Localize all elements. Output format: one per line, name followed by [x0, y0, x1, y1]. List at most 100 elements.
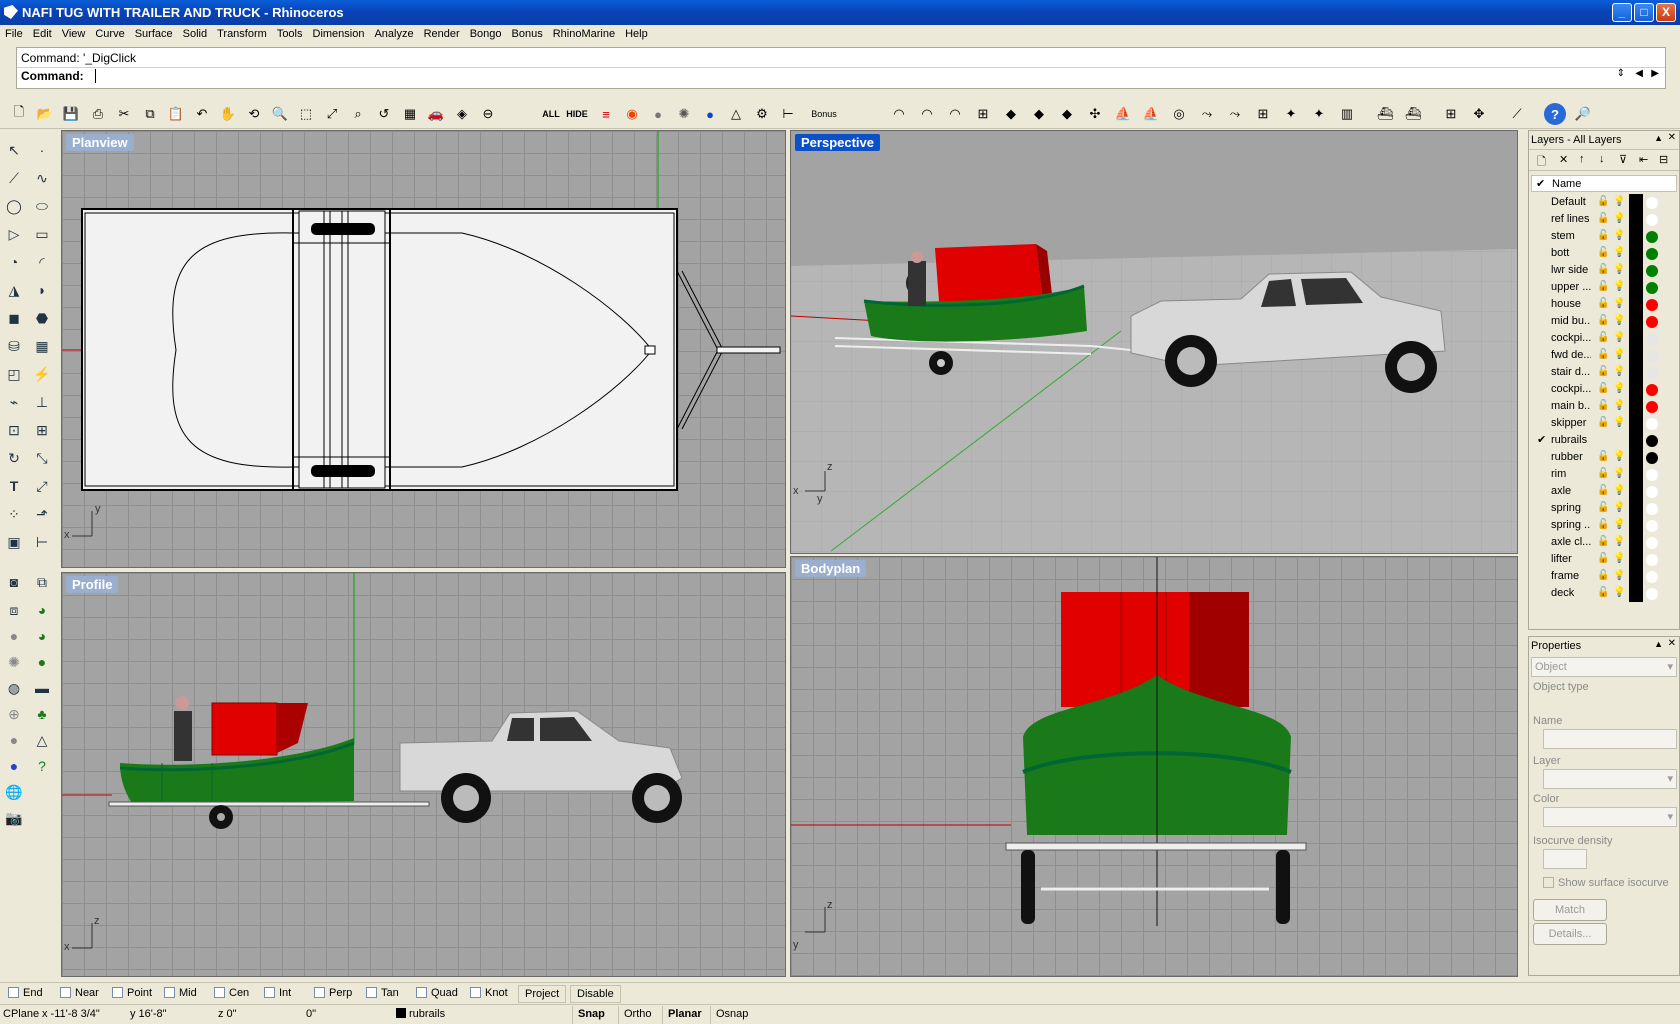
- layer-material-dot[interactable]: [1646, 469, 1658, 481]
- osnap-cen[interactable]: Cen: [214, 987, 249, 999]
- layer-row[interactable]: Default 🔓 💡: [1529, 194, 1679, 211]
- array-icon[interactable]: ⁘: [2, 502, 26, 526]
- layer-tool-icon[interactable]: ⇤: [1639, 153, 1648, 166]
- layer-row[interactable]: main b... 🔓 💡: [1529, 398, 1679, 415]
- ellipse-icon[interactable]: ⬭: [30, 194, 54, 218]
- lock-icon[interactable]: 🔓: [1597, 502, 1609, 513]
- hull-tool-2-icon[interactable]: ⛵: [1140, 103, 1162, 125]
- command-left-icon[interactable]: ◀: [1635, 68, 1643, 79]
- menu-bonus[interactable]: Bonus: [507, 25, 548, 40]
- wire-sphere-icon[interactable]: ⊕: [2, 702, 26, 726]
- lock-icon[interactable]: 🔓: [1597, 553, 1609, 564]
- profile-title[interactable]: Profile: [66, 576, 119, 593]
- details-button[interactable]: Details...: [1533, 923, 1607, 945]
- menu-render[interactable]: Render: [419, 25, 465, 40]
- visibility-bulb-icon[interactable]: 💡: [1613, 315, 1625, 326]
- rotate-icon[interactable]: ↻: [2, 446, 26, 470]
- layer-row[interactable]: cockpi... 🔓 💡: [1529, 381, 1679, 398]
- osnap-toggle[interactable]: Osnap: [710, 1006, 753, 1024]
- visibility-bulb-icon[interactable]: 💡: [1613, 213, 1625, 224]
- layer-name[interactable]: ref lines: [1551, 213, 1591, 225]
- profile-viewport[interactable]: z x Profile: [61, 572, 786, 977]
- visibility-bulb-icon[interactable]: 💡: [1613, 553, 1625, 564]
- flat-sphere-icon[interactable]: ●: [2, 728, 26, 752]
- planar-toggle[interactable]: Planar: [662, 1006, 707, 1024]
- menu-dimension[interactable]: Dimension: [308, 25, 370, 40]
- layer-material-dot[interactable]: [1646, 435, 1658, 447]
- environment-icon[interactable]: ▬: [30, 676, 54, 700]
- green-render-icon[interactable]: ◕: [30, 598, 54, 622]
- lock-icon[interactable]: 🔓: [1597, 213, 1609, 224]
- column-name-header[interactable]: Name: [1552, 178, 1581, 190]
- zoom-icon[interactable]: 🔍: [269, 103, 291, 125]
- visibility-bulb-icon[interactable]: 💡: [1613, 247, 1625, 258]
- lock-icon[interactable]: 🔓: [1597, 264, 1609, 275]
- visibility-bulb-icon[interactable]: 💡: [1613, 485, 1625, 496]
- layer-row[interactable]: cockpi... 🔓 💡: [1529, 330, 1679, 347]
- join-icon[interactable]: ⊥: [30, 390, 54, 414]
- lock-icon[interactable]: 🔓: [1597, 400, 1609, 411]
- layer-name[interactable]: rim: [1551, 468, 1591, 480]
- surface-tool-4-icon[interactable]: ⊞: [972, 103, 994, 125]
- visibility-bulb-icon[interactable]: 💡: [1613, 570, 1625, 581]
- lock-icon[interactable]: 🔓: [1597, 451, 1609, 462]
- hull-tool-5-icon[interactable]: ⤳: [1224, 103, 1246, 125]
- lock-icon[interactable]: 🔓: [1597, 383, 1609, 394]
- orient-icon[interactable]: ⬏: [30, 502, 54, 526]
- osnap-perp[interactable]: Perp: [314, 987, 352, 999]
- box-icon[interactable]: ◼: [2, 306, 26, 330]
- layer-material-dot[interactable]: [1646, 520, 1658, 532]
- layer-material-dot[interactable]: [1646, 282, 1658, 294]
- car-icon[interactable]: 🚗: [425, 103, 447, 125]
- help-icon[interactable]: ?: [1544, 103, 1566, 125]
- print-icon[interactable]: ⎙: [87, 103, 109, 125]
- move-up-icon[interactable]: ↑: [1579, 153, 1585, 165]
- show-isocurve-checkbox[interactable]: [1543, 877, 1554, 888]
- layer-name[interactable]: main b...: [1551, 400, 1591, 412]
- spotlight-icon[interactable]: △: [30, 728, 54, 752]
- panel-close-icon[interactable]: ✕: [1668, 132, 1676, 143]
- lock-icon[interactable]: 🔓: [1597, 570, 1609, 581]
- layer-material-dot[interactable]: [1646, 537, 1658, 549]
- text-icon[interactable]: T: [2, 474, 26, 498]
- osnap-checkbox[interactable]: [214, 987, 225, 998]
- planview-viewport[interactable]: y x Planview: [61, 130, 786, 568]
- cplane-label[interactable]: CPlane: [3, 1008, 39, 1020]
- hull-tool-8-icon[interactable]: ✦: [1308, 103, 1330, 125]
- perspective-viewport[interactable]: z x y Perspective: [790, 130, 1518, 554]
- surface-tool-2-icon[interactable]: ◠: [916, 103, 938, 125]
- sweep-icon[interactable]: ◗: [30, 278, 54, 302]
- green-render-2-icon[interactable]: ◕: [30, 624, 54, 648]
- menu-curve[interactable]: Curve: [90, 25, 129, 40]
- undo-icon[interactable]: ↶: [191, 103, 213, 125]
- marine-tool-3-icon[interactable]: ⊞: [1440, 103, 1462, 125]
- lock-icon[interactable]: 🔓: [1597, 485, 1609, 496]
- layer-material-dot[interactable]: [1646, 418, 1658, 430]
- menu-file[interactable]: File: [0, 25, 28, 40]
- scale-icon[interactable]: ⤡: [30, 446, 54, 470]
- show-all-button[interactable]: ALL: [540, 103, 562, 125]
- surface-tool-3-icon[interactable]: ◠: [944, 103, 966, 125]
- layer-material-dot[interactable]: [1646, 214, 1658, 226]
- arc-2-icon[interactable]: ◜: [30, 250, 54, 274]
- lock-icon[interactable]: 🔓: [1597, 196, 1609, 207]
- layer-row[interactable]: frame 🔓 💡: [1529, 568, 1679, 585]
- lock-icon[interactable]: 🔓: [1597, 587, 1609, 598]
- layer-row[interactable]: fwd de... 🔓 💡: [1529, 347, 1679, 364]
- osnap-checkbox[interactable]: [366, 987, 377, 998]
- osnap-end[interactable]: End: [8, 987, 43, 999]
- layer-material-dot[interactable]: [1646, 503, 1658, 515]
- hull-tool-3-icon[interactable]: ◎: [1168, 103, 1190, 125]
- zoom-extents-icon[interactable]: ⤢: [321, 103, 343, 125]
- command-input-caret[interactable]: [95, 69, 96, 83]
- group-icon[interactable]: ▣: [2, 530, 26, 554]
- layer-name[interactable]: rubrails: [1551, 434, 1591, 446]
- visibility-bulb-icon[interactable]: 💡: [1613, 230, 1625, 241]
- visibility-bulb-icon[interactable]: 💡: [1613, 383, 1625, 394]
- save-icon[interactable]: 💾: [60, 103, 82, 125]
- layer-name[interactable]: lifter: [1551, 553, 1591, 565]
- isocurve-stepper[interactable]: [1543, 849, 1587, 869]
- osnap-toggle-icon[interactable]: ⊖: [477, 103, 499, 125]
- rotate-view-icon[interactable]: ⟲: [243, 103, 265, 125]
- lock-icon[interactable]: 🔓: [1597, 230, 1609, 241]
